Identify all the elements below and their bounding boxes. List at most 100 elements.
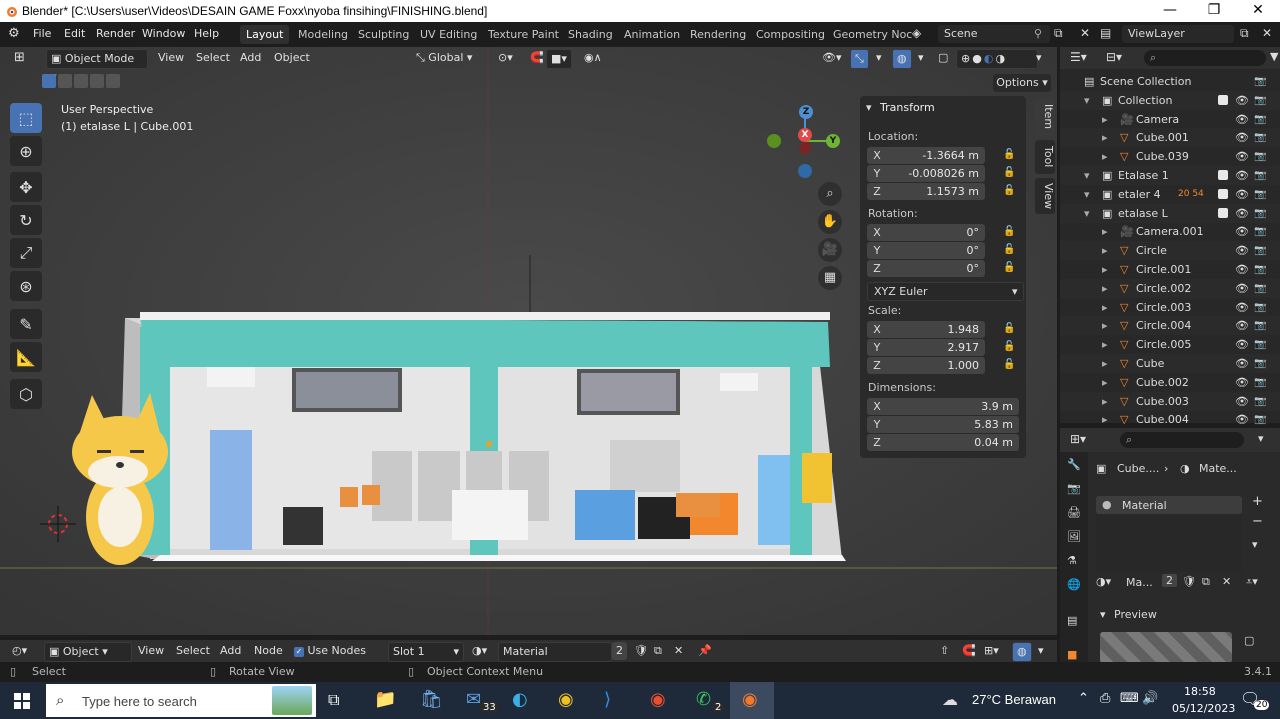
delete-scene-icon[interactable]: ✕ [1080,26,1090,40]
render-camera-icon[interactable]: 📷 [1254,128,1266,147]
preview-shape-icon[interactable]: ▢ [1244,634,1254,647]
editor-type-icon[interactable]: ☰▾ [1070,50,1087,64]
lock-icon[interactable]: 🔓 [1003,341,1015,352]
display-mode-icon[interactable]: ⊟▾ [1106,50,1122,64]
lock-icon[interactable]: 🔓 [1003,359,1015,370]
tab-shading[interactable]: Shading [562,25,619,44]
menu-render[interactable]: Render [96,27,135,40]
collection-tab-icon[interactable]: ▤ [1067,614,1077,627]
overlay-toggle-icon[interactable]: ◍ [1012,642,1032,662]
pivot-icon[interactable]: ⊙▾ [494,49,517,67]
move-tool-icon[interactable]: ✥ [10,172,42,202]
clock-time[interactable]: 18:58 [1184,685,1216,698]
expand-toggle-icon[interactable]: ▸ [1102,373,1108,392]
camera-view-icon[interactable]: 🎥 [818,238,842,262]
snap-icon[interactable]: 🧲 [526,49,548,67]
orientation-selector[interactable]: ⤡ Global ▾ [412,49,476,67]
outliner-row[interactable]: ▸ ▽ Circle 👁 📷 [1060,241,1280,261]
lock-icon[interactable]: 🔓 [1003,185,1015,196]
remove-slot-button[interactable]: − [1252,514,1263,529]
use-nodes-toggle[interactable]: ✓ Use Nodes [290,642,370,660]
file-explorer-icon[interactable]: 📁 [374,689,396,710]
chevron-down-icon[interactable]: ▾ [1258,432,1264,445]
editor-type-icon[interactable]: ⊞ [10,49,29,67]
outliner-row[interactable]: ▸ ▽ Cube.039 👁 📷 [1060,147,1280,166]
expand-toggle-icon[interactable]: ▾ [1084,91,1090,110]
visibility-eye-icon[interactable]: 👁 [1235,128,1249,147]
material-sphere-icon[interactable]: ◑▾ [1096,575,1111,588]
editor-type-icon[interactable]: ◴▾ [8,642,31,660]
outliner-row[interactable]: ▸ ▽ Cube.001 👁 📷 [1060,128,1280,148]
device-icon[interactable]: ⎙ [1100,691,1110,706]
filter-icon[interactable]: ▼ [1270,50,1278,63]
node-add-menu[interactable]: Add [216,642,245,660]
expand-toggle-icon[interactable]: ▸ [1102,147,1108,166]
add-cube-tool-icon[interactable]: ⬡ [10,379,42,409]
visibility-eye-icon[interactable]: 👁 [1235,335,1249,354]
outliner-row[interactable]: ▸ ▽ Circle.003 👁 📷 [1060,298,1280,317]
viewport-add-menu[interactable]: Add [236,49,265,67]
render-camera-icon[interactable]: 📷 [1254,185,1266,204]
gizmo-z-axis[interactable]: Z [799,105,813,119]
tab-uv-editing[interactable]: UV Editing [414,25,483,44]
expand-toggle-icon[interactable]: ▸ [1102,110,1108,129]
annotate-tool-icon[interactable]: ✎ [10,309,42,339]
expand-toggle-icon[interactable]: ▾ [1084,166,1090,185]
outliner-row[interactable]: ▾ ▣ etaler 4 20 54 👁 📷 [1060,185,1280,204]
outliner-row[interactable]: ▸ ▽ Cube 👁 📷 [1060,354,1280,373]
exclude-checkbox[interactable] [1218,207,1228,218]
visibility-eye-icon[interactable]: 👁 [1235,110,1249,129]
render-camera-icon[interactable]: 📷 [1254,72,1266,91]
outliner-row[interactable]: ▸ ▽ Circle.004 👁 📷 [1060,316,1280,336]
visibility-eye-icon[interactable]: 👁 [1235,91,1249,110]
render-camera-icon[interactable]: 📷 [1254,222,1266,241]
node-select-menu[interactable]: Select [172,642,214,660]
chrome-profile-icon[interactable]: ◉ [650,689,666,710]
maximize-button[interactable]: ❐ [1192,0,1236,22]
exclude-checkbox[interactable] [1218,94,1228,105]
blender-menu-icon[interactable]: ⚙ [8,26,20,41]
output-tab-icon[interactable]: 🖨 [1067,506,1081,519]
material-slot-item[interactable]: ● Material [1096,496,1242,514]
vscode-icon[interactable]: ⟩ [604,689,611,710]
expand-toggle-icon[interactable]: ▸ [1102,260,1108,279]
menu-help[interactable]: Help [194,27,219,40]
lock-icon[interactable]: 🔓 [1003,226,1015,237]
scale-x-field[interactable]: X 1.948 [867,321,985,338]
expand-toggle-icon[interactable]: ▸ [1102,241,1108,260]
menu-window[interactable]: Window [142,27,185,40]
whatsapp-icon[interactable]: ✆ [696,689,711,710]
expand-toggle-icon[interactable]: ▸ [1102,128,1108,147]
material-datablock-name[interactable]: Ma... [1126,576,1153,589]
visibility-eye-icon[interactable]: 👁 [1235,166,1249,185]
render-camera-icon[interactable]: 📷 [1254,279,1266,298]
render-camera-icon[interactable]: 📷 [1254,110,1266,129]
expand-toggle-icon[interactable]: ▸ [1102,298,1108,317]
render-camera-icon[interactable]: 📷 [1254,373,1266,392]
render-camera-icon[interactable]: 📷 [1254,354,1266,373]
snap-target-icon[interactable]: ■▾ [546,49,572,69]
overlay-dropdown-icon[interactable]: ▾ [914,49,928,67]
shader-type-dropdown[interactable]: ▣ Object ▾ [44,642,132,662]
unlink-icon[interactable]: ✕ [1222,575,1231,588]
visibility-eye-icon[interactable]: 👁 [1235,241,1249,260]
scene-tab-icon[interactable]: ⚗ [1067,554,1077,567]
gizmo-y-axis[interactable]: Y [826,134,840,148]
tab-item[interactable]: Item [1035,98,1055,136]
render-tab-icon[interactable]: 📷 [1067,482,1081,495]
select-box-tool-icon[interactable]: ⬚ [10,103,42,133]
parent-node-icon[interactable]: ⇧ [936,642,953,660]
store-icon[interactable]: 🛍 [420,689,443,710]
viewport-view-menu[interactable]: View [154,49,188,67]
pan-hand-icon[interactable]: ✋ [818,210,842,234]
task-view-icon[interactable]: ⧉ [328,690,339,710]
visibility-eye-icon[interactable]: 👁 [1235,185,1249,204]
properties-search-input[interactable]: ⌕ [1120,432,1244,448]
scale-z-field[interactable]: Z 1.000 [867,357,985,374]
location-x-field[interactable]: X -1.3664 m [867,147,985,164]
visibility-eye-icon[interactable]: 👁 [1235,147,1249,166]
gizmo-dropdown-icon[interactable]: ▾ [872,49,886,67]
expand-toggle-icon[interactable]: ▸ [1102,316,1108,335]
close-button[interactable]: ✕ [1236,0,1280,22]
outliner-row[interactable]: ▸ ▽ Circle.005 👁 📷 [1060,335,1280,354]
